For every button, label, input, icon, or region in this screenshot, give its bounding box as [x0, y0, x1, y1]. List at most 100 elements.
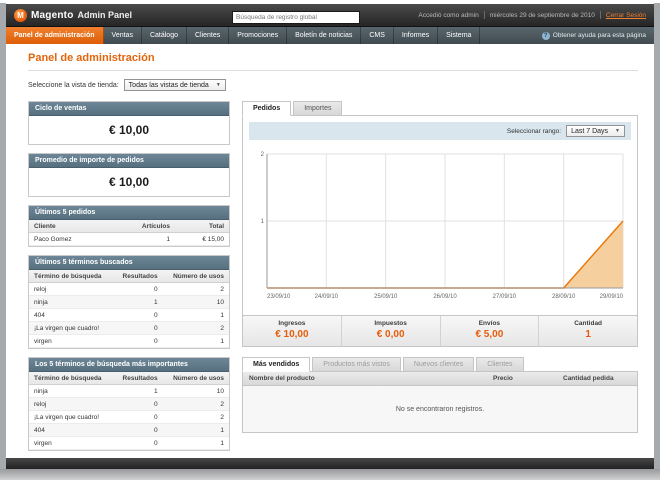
column-header: Término de búsqueda	[29, 270, 114, 283]
nav-item-8[interactable]: Sistema	[438, 27, 481, 44]
right-edge	[654, 3, 660, 480]
help-link[interactable]: ? Obtener ayuda para esta página	[541, 27, 654, 44]
date-text: miércoles 29 de septiembre de 2010	[489, 11, 595, 19]
table-cell: 1	[113, 295, 163, 309]
table-row[interactable]: ninja 1 10	[29, 295, 229, 309]
magento-logo-icon: M	[14, 8, 27, 22]
table-cell: ninja	[29, 384, 114, 398]
nav-item-2[interactable]: Catálogo	[142, 27, 187, 44]
column-header: Cliente	[29, 220, 111, 233]
grid-header: Nombre del producto Precio Cantidad pedi…	[243, 372, 637, 386]
panel-title: Promedio de importe de pedidos	[29, 154, 229, 168]
page-title: Panel de administración	[28, 52, 155, 64]
stat-value: € 0,00	[376, 329, 405, 340]
tab-pedidos[interactable]: Pedidos	[242, 101, 292, 116]
stat-label: Ingresos	[278, 320, 306, 327]
column-header: Total	[175, 220, 229, 233]
tab-importes[interactable]: Importes	[293, 101, 343, 116]
table-cell: reloj	[29, 397, 114, 411]
table-row[interactable]: ¡La virgen que cuadro! 0 2	[29, 410, 229, 424]
table-cell: reloj	[29, 282, 114, 296]
table-cell: 2	[162, 410, 229, 424]
svg-text:2: 2	[261, 152, 265, 158]
table-cell: 0	[113, 423, 163, 437]
column-header: Número de usos	[162, 270, 229, 283]
table-row[interactable]: reloj 0 2	[29, 282, 229, 296]
table-row[interactable]: 404 0 1	[29, 423, 229, 437]
panel-title: Ciclo de ventas	[29, 102, 229, 116]
brand-product: Admin Panel	[77, 10, 133, 20]
table-cell: 1	[113, 384, 163, 398]
nav-item-3[interactable]: Clientes	[187, 27, 230, 44]
range-select[interactable]: Last 7 Days ▼	[566, 125, 625, 137]
nav-item-7[interactable]: Informes	[394, 27, 439, 44]
nav-item-6[interactable]: CMS	[361, 27, 394, 44]
table-header-row: Término de búsqueda Resultados Número de u…	[29, 270, 229, 283]
table-cell: 10	[162, 295, 229, 309]
svg-text:26/09/10: 26/09/10	[433, 294, 457, 300]
table-row[interactable]: reloj 0 2	[29, 397, 229, 411]
last-orders-panel: Últimos 5 pedidos Cliente Artículos Total P…	[28, 205, 230, 247]
table-cell: € 15,00	[175, 232, 229, 246]
nav-bar: Panel de administración Ventas Catálogo Cli…	[6, 27, 654, 44]
store-view-row: Seleccione la vista de tienda: Todas las…	[28, 79, 638, 91]
nav-menu: Panel de administración Ventas Catálogo Cli…	[6, 27, 481, 44]
column-header: Número de usos	[162, 372, 229, 385]
table-row[interactable]: 404 0 1	[29, 308, 229, 322]
table-cell: ¡La virgen que cuadro!	[29, 321, 114, 335]
col-qty: Cantidad pedida	[563, 375, 614, 382]
table-cell: Paco Gomez	[29, 232, 111, 246]
chevron-down-icon: ▼	[615, 128, 620, 134]
table-cell: 0	[113, 321, 163, 335]
table-cell: ¡La virgen que cuadro!	[29, 410, 114, 424]
table-cell: 1	[162, 308, 229, 322]
table-row[interactable]: ¡La virgen que cuadro! 0 2	[29, 321, 229, 335]
range-bar: Seleccionar rango: Last 7 Days ▼	[249, 122, 631, 140]
table-cell: 2	[162, 321, 229, 335]
range-label: Seleccionar rango:	[506, 127, 562, 135]
bottom-tab-3[interactable]: Clientes	[476, 357, 524, 372]
nav-item-1[interactable]: Ventas	[104, 27, 142, 44]
svg-text:25/09/10: 25/09/10	[374, 294, 398, 300]
table-cell: 1	[110, 232, 176, 246]
store-view-label: Seleccione la vista de tienda:	[28, 81, 119, 89]
global-search-input[interactable]	[232, 11, 361, 24]
logout-link[interactable]: Cerrar Sesión	[606, 12, 646, 19]
range-value: Last 7 Days	[571, 127, 609, 135]
svg-text:29/09/10: 29/09/10	[600, 294, 624, 300]
orders-chart: 1 2 23/09/10 24/09/10 25/09/10 26/09/10 27/09/…	[249, 146, 631, 309]
orders-chart-svg: 1 2 23/09/10 24/09/10 25/09/10 26/09/10 27/09/…	[261, 152, 624, 300]
table-row[interactable]: virgen 0 1	[29, 334, 229, 348]
stat-label: Envíos	[478, 320, 501, 327]
table-row[interactable]: ninja 1 10	[29, 384, 229, 398]
table-header-row: Cliente Artículos Total	[29, 220, 229, 233]
table-cell: 0	[113, 397, 163, 411]
left-column: Ciclo de ventas € 10,00 Promedio de impo…	[28, 101, 230, 458]
store-view-select[interactable]: Todas las vistas de tienda ▼	[123, 79, 226, 91]
table-header-row: Término de búsqueda Resultados Número de u…	[29, 372, 229, 385]
stat-label: Cantidad	[574, 320, 603, 327]
table-cell: 2	[162, 397, 229, 411]
col-price: Precio	[493, 375, 513, 382]
average-orders-value: € 10,00	[108, 175, 150, 189]
bottom-tab-2[interactable]: Nuevos clientes	[402, 357, 475, 372]
svg-text:23/09/10: 23/09/10	[267, 294, 291, 300]
bottom-tab-1[interactable]: Productos más vistos	[312, 357, 401, 372]
stat-3: Cantidad 1	[538, 316, 637, 346]
bottom-tab-0[interactable]: Más vendidos	[242, 357, 311, 372]
lifetime-sales-value: € 10,00	[108, 123, 150, 137]
table-cell: virgen	[29, 334, 114, 348]
stat-0: Ingresos € 10,00	[243, 316, 341, 346]
dash-tabs: Pedidos Importes	[242, 101, 638, 116]
nav-item-0[interactable]: Panel de administración	[6, 27, 104, 44]
svg-text:24/09/10: 24/09/10	[315, 294, 339, 300]
bottom-tabs: Más vendidos Productos más vistos Nuevos c…	[242, 357, 638, 372]
nav-item-5[interactable]: Boletín de noticias	[287, 27, 362, 44]
divider	[28, 70, 638, 71]
table-row[interactable]: virgen 0 1	[29, 436, 229, 450]
help-label: Obtener ayuda para esta página	[552, 32, 646, 39]
top-search-terms-panel: Los 5 términos de búsqueda más important…	[28, 357, 230, 451]
store-view-value: Todas las vistas de tienda	[128, 81, 209, 89]
nav-item-4[interactable]: Promociones	[229, 27, 288, 44]
table-row[interactable]: Paco Gomez 1 € 15,00	[29, 232, 229, 246]
